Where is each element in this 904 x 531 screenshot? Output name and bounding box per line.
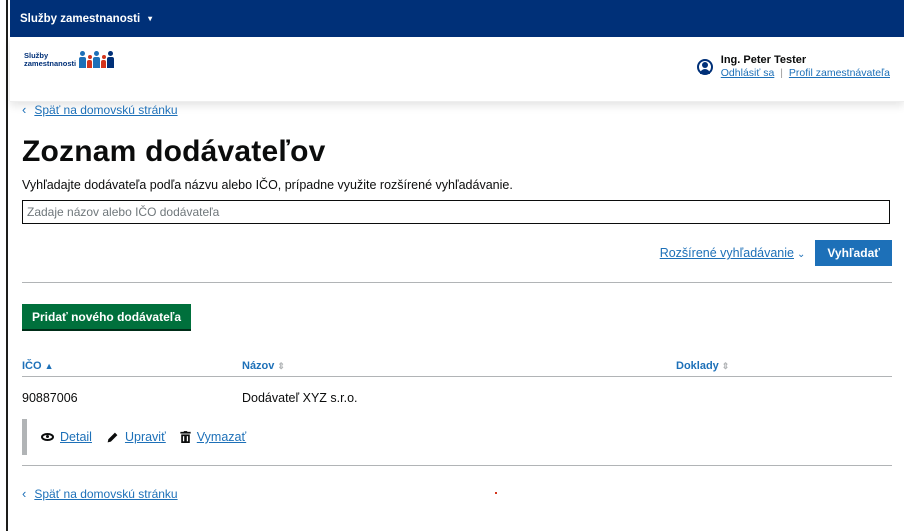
delete-action[interactable]: Vymazať <box>180 430 246 444</box>
chevron-left-icon: ‹ <box>22 102 27 117</box>
search-input[interactable] <box>22 200 890 224</box>
window-frame-left <box>0 0 8 531</box>
cell-ico: 90887006 <box>22 391 78 405</box>
employer-profile-link[interactable]: Profil zamestnávateľa <box>789 67 890 79</box>
red-dot-mark <box>495 492 497 494</box>
trash-icon <box>180 431 191 443</box>
user-links: Odhlásiť sa | Profil zamestnávateľa <box>721 67 890 79</box>
logout-link[interactable]: Odhlásiť sa <box>721 67 775 79</box>
logo[interactable]: Služby zamestnanosti <box>24 51 115 68</box>
pencil-icon <box>107 432 118 442</box>
column-header-nazov-label: Názov <box>242 359 275 372</box>
divider <box>22 465 892 466</box>
chevron-down-icon[interactable]: ▾ <box>148 14 152 23</box>
divider <box>22 282 892 283</box>
chevron-down-icon: ⌄ <box>796 249 806 260</box>
suppliers-table: IČO ▲ Názov ⇕ Doklady ⇕ 90887006 Dodávateľ … <box>22 355 892 455</box>
back-link-top[interactable]: ‹ Späť na domovskú stránku <box>22 102 892 117</box>
back-link-bottom[interactable]: ‹ Späť na domovskú stránku <box>22 486 892 501</box>
main-content: ‹ Späť na domovskú stránku Zoznam dodáva… <box>22 102 892 501</box>
sort-ascending-icon: ▲ <box>44 360 54 371</box>
top-bar: Služby zamestnanosti ▾ <box>10 0 904 37</box>
advanced-search-link[interactable]: Rozšírené vyhľadávanie ⌄ <box>660 246 806 260</box>
sort-icon: ⇕ <box>721 360 730 371</box>
search-button[interactable]: Vyhľadať <box>815 240 892 266</box>
page-title: Zoznam dodávateľov <box>22 135 326 168</box>
detail-action[interactable]: Detail <box>41 430 92 444</box>
row-actions: Detail Upraviť Vymazať <box>22 419 892 455</box>
edit-link[interactable]: Upraviť <box>125 430 166 444</box>
eye-icon <box>41 433 54 441</box>
page-lead: Vyhľadajte dodávateľa podľa názvu alebo … <box>22 178 513 192</box>
column-header-ico[interactable]: IČO ▲ <box>22 360 242 372</box>
column-header-ico-label: IČO <box>22 359 42 372</box>
add-supplier-button[interactable]: Pridať nového dodávateľa <box>22 304 192 329</box>
user-name: Ing. Peter Tester <box>720 54 807 66</box>
page: Služby zamestnanosti ▾ Služby zamestnano… <box>10 0 904 531</box>
logo-text-line2: zamestnanosti <box>24 58 77 68</box>
column-header-nazov[interactable]: Názov ⇕ <box>242 360 676 372</box>
chevron-left-icon: ‹ <box>22 486 27 501</box>
site-header: Služby zamestnanosti Ing. Peter Tester O… <box>10 37 904 102</box>
edit-action[interactable]: Upraviť <box>106 430 166 444</box>
back-link-label[interactable]: Späť na domovskú stránku <box>34 103 177 117</box>
advanced-search-label: Rozšírené vyhľadávanie <box>659 246 794 260</box>
cell-nazov: Dodávateľ XYZ s.r.o. <box>242 391 358 405</box>
top-bar-title[interactable]: Služby zamestnanosti <box>20 13 140 25</box>
logo-people-icon <box>79 51 115 68</box>
sort-icon: ⇕ <box>277 360 285 371</box>
column-header-doklady-label: Doklady <box>676 359 719 372</box>
column-header-doklady[interactable]: Doklady ⇕ <box>676 360 892 372</box>
user-links-separator: | <box>780 67 783 79</box>
logo-text: Služby zamestnanosti <box>24 51 77 68</box>
table-row: 90887006 Dodávateľ XYZ s.r.o. <box>22 377 892 419</box>
detail-link[interactable]: Detail <box>60 430 92 444</box>
user-icon <box>696 59 713 75</box>
user-panel: Ing. Peter Tester Odhlásiť sa | Profil z… <box>696 54 890 79</box>
delete-link[interactable]: Vymazať <box>197 430 246 444</box>
search-actions: Rozšírené vyhľadávanie ⌄ Vyhľadať <box>22 240 892 266</box>
table-header: IČO ▲ Názov ⇕ Doklady ⇕ <box>22 355 892 377</box>
back-link-label[interactable]: Späť na domovskú stránku <box>34 487 177 501</box>
